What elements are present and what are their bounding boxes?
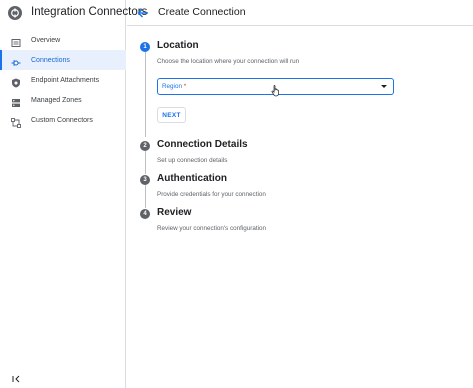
collapse-sidebar-icon[interactable]: [11, 371, 21, 383]
sidebar-item-label: Overview: [31, 36, 61, 44]
dropdown-arrow-icon: [381, 85, 387, 88]
sidebar-item-connections[interactable]: Connections: [0, 50, 126, 70]
overview-icon: [11, 35, 21, 47]
step-title-location[interactable]: Location: [157, 40, 199, 51]
next-button[interactable]: NEXT: [157, 107, 186, 123]
sidebar-item-endpoint-attachments[interactable]: Endpoint Attachments: [0, 70, 126, 90]
pointer-hand-cursor-icon: [271, 84, 281, 97]
step-number: 4: [140, 209, 150, 219]
sidebar-item-label: Endpoint Attachments: [31, 76, 100, 84]
step-subtitle: Review your connection's configuration: [157, 225, 267, 232]
step-subtitle: Set up connection details: [157, 157, 228, 164]
step-subtitle: Provide credentials for your connection: [157, 191, 266, 198]
step-connector: [145, 52, 146, 137]
sidebar-item-label: Managed Zones: [31, 96, 82, 104]
region-label-text: Region: [162, 83, 182, 90]
step-connector: [145, 185, 146, 208]
step-number: 3: [140, 175, 150, 185]
step-connector: [145, 151, 146, 174]
shield-icon: [11, 75, 21, 88]
sidebar-item-custom-connectors[interactable]: Custom Connectors: [0, 110, 126, 130]
page-title: Create Connection: [158, 6, 246, 18]
step-subtitle: Choose the location where your connectio…: [157, 58, 300, 65]
sidebar-item-managed-zones[interactable]: Managed Zones: [0, 90, 126, 110]
sidebar-item-overview[interactable]: Overview: [0, 30, 126, 50]
step-number: 2: [140, 141, 150, 151]
required-mark: *: [183, 83, 187, 90]
step-title-review[interactable]: Review: [157, 207, 191, 218]
arrow-left-icon[interactable]: [136, 6, 150, 20]
sidebar-item-label: Custom Connectors: [31, 116, 93, 124]
dns-icon: [11, 95, 21, 107]
custom-connector-icon: [11, 115, 21, 128]
region-select-label: Region *: [162, 83, 186, 90]
sidebar-nav: Overview Connections Endpoint Attachment…: [0, 30, 126, 130]
step-title-connection-details[interactable]: Connection Details: [157, 139, 248, 150]
step-number: 1: [140, 42, 150, 52]
page-header: Create Connection: [127, 0, 473, 26]
sidebar-item-label: Connections: [31, 56, 70, 64]
connections-icon: [11, 55, 21, 66]
app-brand: Integration Connectors: [0, 0, 147, 26]
integration-connectors-logo-icon: [8, 6, 22, 20]
sidebar: Integration Connectors Overview Connecti…: [0, 0, 147, 388]
step-title-authentication[interactable]: Authentication: [157, 173, 227, 184]
